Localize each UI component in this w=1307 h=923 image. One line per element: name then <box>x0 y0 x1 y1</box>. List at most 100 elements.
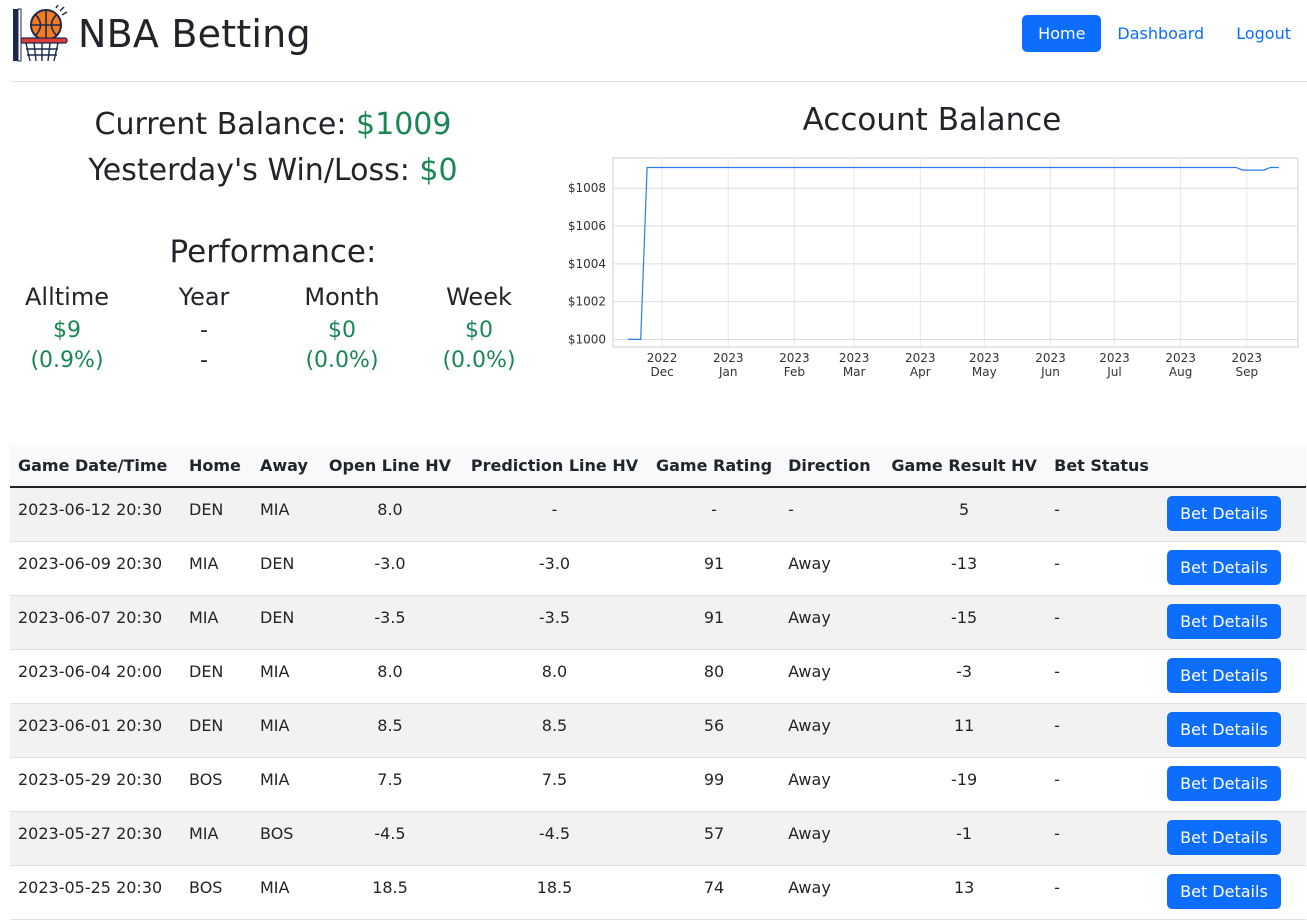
bets-table-body: 2023-06-12 20:30 DEN MIA 8.0- - -5- Bet Detail… <box>10 487 1306 920</box>
chart-x-tick-year: 2023 <box>1232 351 1263 365</box>
cell-open-line: 18.5 <box>319 865 461 920</box>
cell-game-date: 2023-06-12 20:30 <box>10 487 181 542</box>
performance-alltime-pct: (0.9%) <box>30 348 104 373</box>
column-header-away[interactable]: Away <box>252 445 319 488</box>
chart-title: Account Balance <box>802 102 1062 138</box>
cell-away: MIA <box>252 865 319 920</box>
chart-x-tick-month: Jul <box>1106 365 1121 379</box>
cell-actions: Bet Details <box>1159 541 1306 596</box>
chart-x-tick-year: 2023 <box>969 351 1000 365</box>
performance-week-amount: $0 <box>465 318 493 343</box>
cell-away: MIA <box>252 703 319 758</box>
chart-x-tick-year: 2023 <box>1165 351 1196 365</box>
brand[interactable]: NBA Betting <box>12 5 311 63</box>
performance-week-pct: (0.0%) <box>442 348 516 373</box>
cell-home: BOS <box>181 757 252 812</box>
cell-home: DEN <box>181 649 252 704</box>
cell-home: MIA <box>181 541 252 596</box>
cell-actions: Bet Details <box>1159 595 1306 650</box>
cell-direction: - <box>780 487 883 542</box>
performance-year-label: Year <box>178 283 230 311</box>
chart-x-tick-month: Jun <box>1040 365 1060 379</box>
bet-details-button[interactable]: Bet Details <box>1167 765 1281 801</box>
cell-prediction-line: 8.0 <box>461 649 648 704</box>
cell-home: MIA <box>181 595 252 650</box>
chart-y-tick-label: $1004 <box>568 257 606 271</box>
cell-actions: Bet Details <box>1159 757 1306 812</box>
table-row: 2023-05-25 20:30 BOS MIA 18.5 18.5 74 Away 13- B… <box>10 865 1306 920</box>
bet-details-button[interactable]: Bet Details <box>1167 603 1281 639</box>
cell-game-date: 2023-05-29 20:30 <box>10 757 181 812</box>
cell-actions: Bet Details <box>1159 649 1306 704</box>
cell-game-result: -1 <box>882 811 1047 866</box>
bet-details-button[interactable]: Bet Details <box>1167 819 1281 855</box>
cell-game-date: 2023-06-07 20:30 <box>10 595 181 650</box>
bet-details-button[interactable]: Bet Details <box>1167 549 1281 585</box>
table-row: 2023-06-07 20:30 MIA DEN -3.5 -3.5 91 Away -15-… <box>10 595 1306 650</box>
bet-details-button[interactable]: Bet Details <box>1167 496 1281 531</box>
chart-x-tick-year: 2022 <box>647 351 678 365</box>
bet-details-button[interactable]: Bet Details <box>1167 873 1281 909</box>
cell-direction: Away <box>780 757 883 812</box>
cell-home: MIA <box>181 811 252 866</box>
cell-game-result: -19 <box>882 757 1047 812</box>
nav-links: Home Dashboard Logout <box>1022 15 1307 52</box>
cell-game-result: 5 <box>882 487 1047 542</box>
nav-home-link[interactable]: Home <box>1022 15 1102 52</box>
cell-game-date: 2023-06-09 20:30 <box>10 541 181 596</box>
current-balance: Current Balance: $1009 <box>10 102 536 148</box>
performance-month-label: Month <box>304 283 380 311</box>
cell-actions: Bet Details <box>1159 487 1306 542</box>
chart-x-tick-year: 2023 <box>839 351 870 365</box>
chart-y-tick-label: $1006 <box>568 219 606 233</box>
cell-game-rating: 99 <box>648 757 781 812</box>
cell-game-result: -13 <box>882 541 1047 596</box>
yesterday-win-loss-value: $0 <box>419 153 458 188</box>
cell-game-rating: 91 <box>648 595 781 650</box>
yesterday-win-loss: Yesterday's Win/Loss: $0 <box>10 148 536 194</box>
chart-x-tick-year: 2023 <box>713 351 744 365</box>
cell-bet-status: - <box>1046 811 1160 866</box>
column-header-prediction-line[interactable]: Prediction Line HV <box>461 445 648 488</box>
cell-game-date: 2023-05-25 20:30 <box>10 865 181 920</box>
cell-open-line: -4.5 <box>319 811 461 866</box>
performance-month-amount: $0 <box>328 318 356 343</box>
nav-logout-link[interactable]: Logout <box>1220 15 1307 52</box>
column-header-game-result[interactable]: Game Result HV <box>882 445 1047 488</box>
nav-dashboard-link[interactable]: Dashboard <box>1101 15 1220 52</box>
cell-direction: Away <box>780 865 883 920</box>
cell-prediction-line: -3.5 <box>461 595 648 650</box>
cell-direction: Away <box>780 541 883 596</box>
performance-week-label: Week <box>446 283 512 311</box>
chart-x-tick-year: 2023 <box>779 351 810 365</box>
cell-open-line: 8.5 <box>319 703 461 758</box>
cell-away: MIA <box>252 757 319 812</box>
performance-year-pct: - <box>200 348 208 373</box>
cell-game-rating: 80 <box>648 649 781 704</box>
column-header-actions <box>1159 445 1306 488</box>
column-header-open-line[interactable]: Open Line HV <box>319 445 461 488</box>
column-header-game-rating[interactable]: Game Rating <box>648 445 781 488</box>
bet-details-button[interactable]: Bet Details <box>1167 711 1281 747</box>
column-header-home[interactable]: Home <box>181 445 252 488</box>
cell-bet-status: - <box>1046 865 1160 920</box>
table-row: 2023-06-09 20:30 MIA DEN -3.0 -3.0 91 Away -13-… <box>10 541 1306 596</box>
cell-direction: Away <box>780 649 883 704</box>
chart-y-tick-label: $1002 <box>568 295 606 309</box>
cell-bet-status: - <box>1046 649 1160 704</box>
cell-game-rating: 91 <box>648 541 781 596</box>
basketball-hoop-logo-icon <box>13 5 68 62</box>
bets-table: Game Date/Time Home Away Open Line HV Pr… <box>10 445 1306 920</box>
account-balance-chart[interactable]: $1000$1002$1004$1006$10082022Dec2023Jan2… <box>556 150 1306 385</box>
cell-game-result: -15 <box>882 595 1047 650</box>
cell-direction: Away <box>780 703 883 758</box>
column-header-bet-status[interactable]: Bet Status <box>1046 445 1160 488</box>
bet-details-button[interactable]: Bet Details <box>1167 657 1281 693</box>
column-header-direction[interactable]: Direction <box>780 445 883 488</box>
column-header-game-date[interactable]: Game Date/Time <box>10 445 181 488</box>
chart-x-tick-month: May <box>972 365 997 379</box>
cell-bet-status: - <box>1046 595 1160 650</box>
cell-bet-status: - <box>1046 757 1160 812</box>
performance-week: Week $0 (0.0%) <box>409 282 549 376</box>
cell-game-result: 13 <box>882 865 1047 920</box>
